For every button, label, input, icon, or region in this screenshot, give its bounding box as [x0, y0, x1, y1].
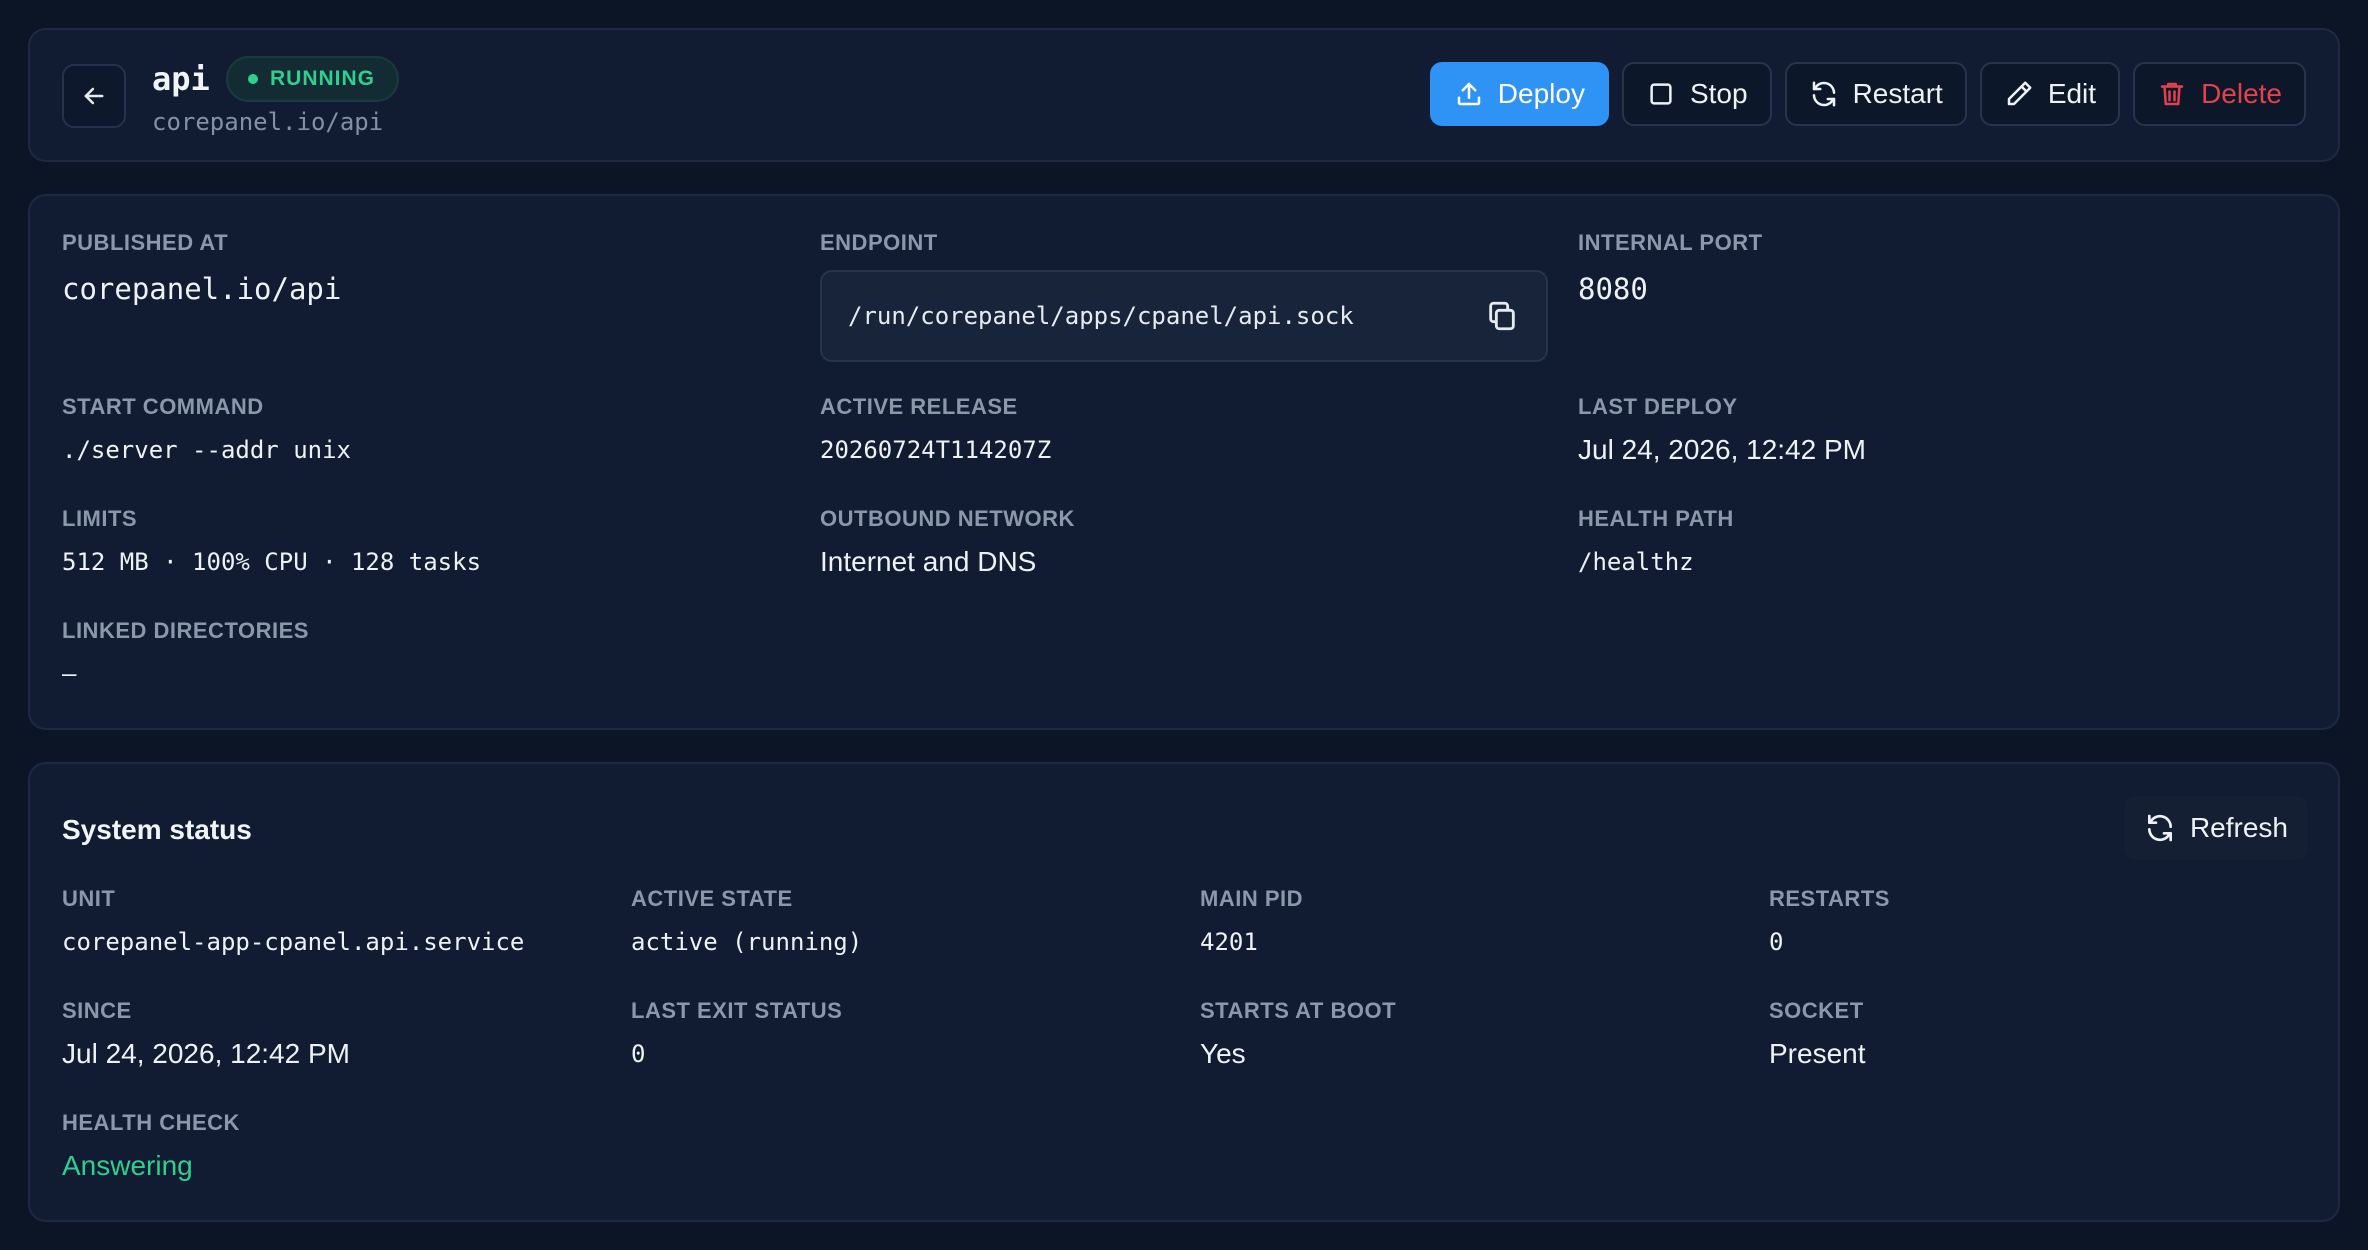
main-pid-field: MAIN PID 4201: [1200, 886, 1303, 956]
app-name: api: [152, 60, 210, 98]
linked-directories-field: LINKED DIRECTORIES —: [62, 618, 309, 688]
stop-button[interactable]: Stop: [1621, 62, 1772, 126]
outbound-network-value: Internet and DNS: [820, 546, 1037, 577]
arrow-left-icon: [84, 87, 104, 105]
square-icon: [1650, 83, 1672, 105]
system-status-card: System status Refresh UNIT corepanel-app…: [28, 762, 2340, 1222]
start-command-label: START COMMAND: [62, 394, 264, 419]
since-value: Jul 24, 2026, 12:42 PM: [62, 1038, 350, 1069]
health-path-field: HEALTH PATH /healthz: [1578, 506, 1734, 576]
socket-value: Present: [1769, 1038, 1866, 1069]
app-header: api RUNNING corepanel.io/api Deploy Stop…: [28, 28, 2340, 162]
section-title: System status: [62, 814, 252, 845]
internal-port-value: 8080: [1578, 272, 1648, 306]
deploy-button[interactable]: Deploy: [1429, 62, 1609, 126]
health-check-value: Answering: [62, 1150, 193, 1181]
stop-label: Stop: [1689, 78, 1748, 109]
socket-field: SOCKET Present: [1769, 998, 1866, 1070]
unit-value: corepanel-app-cpanel.api.service: [62, 928, 525, 956]
main-pid-value: 4201: [1200, 928, 1258, 956]
last-deploy-label: LAST DEPLOY: [1578, 394, 1738, 419]
active-release-value: 20260724T114207Z: [820, 436, 1052, 464]
status-text: RUNNING: [270, 67, 375, 90]
last-exit-status-value: 0: [631, 1040, 646, 1068]
trash-icon: [2160, 82, 2184, 106]
restart-label: Restart: [1852, 78, 1943, 109]
linked-directories-value: —: [62, 660, 77, 688]
published-at-field: PUBLISHED AT corepanel.io/api: [62, 230, 341, 306]
refresh-icon: [1812, 81, 1835, 107]
starts-at-boot-field: STARTS AT BOOT Yes: [1200, 998, 1396, 1070]
back-button[interactable]: [62, 64, 126, 128]
active-release-label: ACTIVE RELEASE: [820, 394, 1018, 419]
upload-icon: [1457, 82, 1481, 106]
endpoint-box: /run/corepanel/apps/cpanel/api.sock: [820, 270, 1548, 362]
outbound-network-field: OUTBOUND NETWORK Internet and DNS: [820, 506, 1075, 578]
published-at-value: corepanel.io/api: [62, 272, 342, 306]
restarts-field: RESTARTS 0: [1769, 886, 1890, 956]
limits-label: LIMITS: [62, 506, 138, 531]
health-check-field: HEALTH CHECK Answering: [62, 1110, 240, 1182]
health-path-value: /healthz: [1578, 548, 1694, 576]
copy-icon: [1489, 301, 1515, 331]
internal-port-label: INTERNAL PORT: [1578, 230, 1763, 255]
health-check-label: HEALTH CHECK: [62, 1110, 240, 1135]
limits-field: LIMITS 512 MB · 100% CPU · 128 tasks: [62, 506, 481, 576]
outbound-network-label: OUTBOUND NETWORK: [820, 506, 1075, 531]
active-state-label: ACTIVE STATE: [631, 886, 793, 911]
app-url: corepanel.io/api: [152, 108, 384, 136]
last-exit-status-label: LAST EXIT STATUS: [631, 998, 843, 1023]
app-details-card: PUBLISHED AT corepanel.io/api ENDPOINT /…: [28, 194, 2340, 730]
unit-field: UNIT corepanel-app-cpanel.api.service: [62, 886, 524, 956]
action-toolbar: Deploy Stop Restart Edit Delete: [1429, 62, 2306, 126]
refresh-icon: [2147, 814, 2172, 842]
status-badge: RUNNING: [226, 56, 399, 102]
health-path-label: HEALTH PATH: [1578, 506, 1734, 531]
active-release-field: ACTIVE RELEASE 20260724T114207Z: [820, 394, 1051, 464]
endpoint-value: /run/corepanel/apps/cpanel/api.sock: [848, 302, 1354, 330]
endpoint-label: ENDPOINT: [820, 230, 938, 255]
since-label: SINCE: [62, 998, 132, 1023]
edit-label: Edit: [2047, 78, 2097, 109]
starts-at-boot-value: Yes: [1200, 1038, 1246, 1069]
active-state-value: active (running): [631, 928, 863, 956]
delete-label: Delete: [2201, 78, 2282, 109]
start-command-value: ./server --addr unix: [62, 436, 351, 464]
since-field: SINCE Jul 24, 2026, 12:42 PM: [62, 998, 350, 1070]
starts-at-boot-label: STARTS AT BOOT: [1200, 998, 1397, 1023]
last-deploy-field: LAST DEPLOY Jul 24, 2026, 12:42 PM: [1578, 394, 1866, 466]
limits-value: 512 MB · 100% CPU · 128 tasks: [62, 548, 482, 576]
refresh-label: Refresh: [2189, 812, 2288, 843]
active-state-field: ACTIVE STATE active (running): [631, 886, 862, 956]
edit-button[interactable]: Edit: [1979, 62, 2121, 126]
socket-label: SOCKET: [1769, 998, 1864, 1023]
copy-button[interactable]: [1482, 296, 1522, 336]
last-exit-status-field: LAST EXIT STATUS 0: [631, 998, 842, 1068]
pencil-icon: [2007, 81, 2032, 106]
restarts-label: RESTARTS: [1769, 886, 1890, 911]
published-at-label: PUBLISHED AT: [62, 230, 229, 255]
restarts-value: 0: [1769, 928, 1784, 956]
start-command-field: START COMMAND ./server --addr unix: [62, 394, 351, 464]
main-pid-label: MAIN PID: [1200, 886, 1303, 911]
internal-port-field: INTERNAL PORT 8080: [1578, 230, 1763, 306]
unit-label: UNIT: [62, 886, 116, 911]
status-dot: [248, 74, 258, 84]
delete-button[interactable]: Delete: [2133, 62, 2306, 126]
last-deploy-value: Jul 24, 2026, 12:42 PM: [1578, 434, 1866, 465]
deploy-label: Deploy: [1497, 78, 1585, 109]
endpoint-field: ENDPOINT /run/corepanel/apps/cpanel/api.…: [820, 230, 1548, 362]
refresh-button[interactable]: Refresh: [2123, 796, 2308, 860]
linked-directories-label: LINKED DIRECTORIES: [62, 618, 309, 643]
restart-button[interactable]: Restart: [1784, 62, 1967, 126]
